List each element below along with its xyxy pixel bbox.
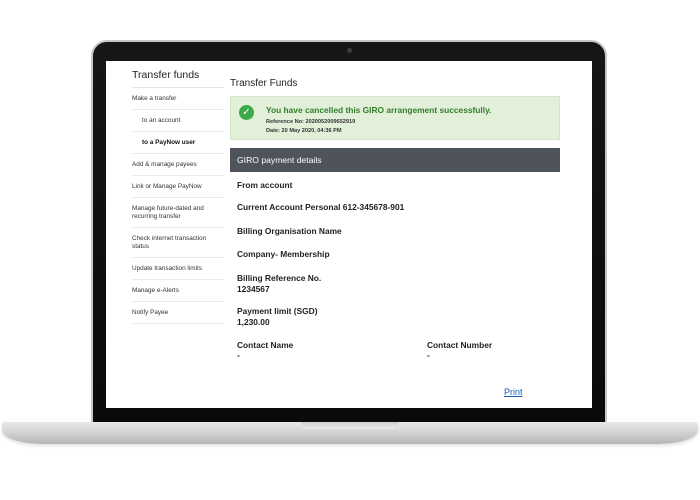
sidebar-item-link-paynow[interactable]: Link or Manage PayNow — [132, 176, 224, 198]
sidebar-item-e-alerts[interactable]: Manage e-Alerts — [132, 280, 224, 302]
sidebar-title: Transfer funds — [132, 69, 224, 88]
sidebar: Transfer funds Make a transfer to an acc… — [132, 69, 224, 324]
sidebar-item-to-paynow-user[interactable]: to a PayNow user — [132, 132, 224, 154]
sidebar-item-manage-payees[interactable]: Add & manage payees — [132, 154, 224, 176]
contact-name-label: Contact Name — [237, 340, 294, 350]
sidebar-item-make-transfer[interactable]: Make a transfer — [132, 88, 224, 110]
contact-number-label: Contact Number — [427, 340, 493, 350]
sidebar-item-notify-payee[interactable]: Notify Payee — [132, 302, 224, 324]
from-account-value: Current Account Personal 612-345678-901 — [237, 202, 405, 212]
sidebar-item-to-account[interactable]: to an account — [132, 110, 224, 132]
check-icon: ✓ — [239, 105, 254, 120]
screen: Transfer funds Make a transfer to an acc… — [106, 61, 592, 408]
main-content: Transfer Funds ✓ You have cancelled this… — [230, 78, 560, 360]
camera-icon — [347, 48, 352, 53]
alert-reference: Reference No: 2020052009652919 — [266, 119, 356, 125]
billing-org-label: Billing Organisation Name — [237, 226, 342, 236]
section-header: GIRO payment details — [230, 148, 560, 172]
laptop-base-notch — [301, 422, 399, 429]
billing-ref-label: Billing Reference No. — [237, 273, 322, 283]
alert-message: You have cancelled this GIRO arrangement… — [266, 105, 492, 115]
billing-ref-value: 1234567 — [237, 284, 270, 294]
payment-limit-label: Payment limit (SGD) — [237, 306, 318, 316]
billing-org-value: Company- Membership — [237, 249, 330, 259]
contact-number-value: - — [427, 350, 430, 360]
from-account-label: From account — [237, 180, 293, 190]
sidebar-item-transaction-limits[interactable]: Update transaction limits — [132, 258, 224, 280]
payment-limit-value: 1,230.00 — [237, 317, 270, 327]
alert-date: Date: 20 May 2020, 04:36 PM — [266, 128, 342, 134]
contact-name-value: - — [237, 350, 240, 360]
page-title: Transfer Funds — [230, 78, 298, 89]
sidebar-item-future-dated[interactable]: Manage future-dated and recurring transf… — [132, 198, 224, 228]
success-alert: ✓ You have cancelled this GIRO arrangeme… — [230, 96, 560, 140]
print-link[interactable]: Print — [504, 387, 523, 397]
sidebar-item-transaction-status[interactable]: Check internet transaction status — [132, 228, 224, 258]
laptop-frame: Transfer funds Make a transfer to an acc… — [0, 0, 700, 500]
